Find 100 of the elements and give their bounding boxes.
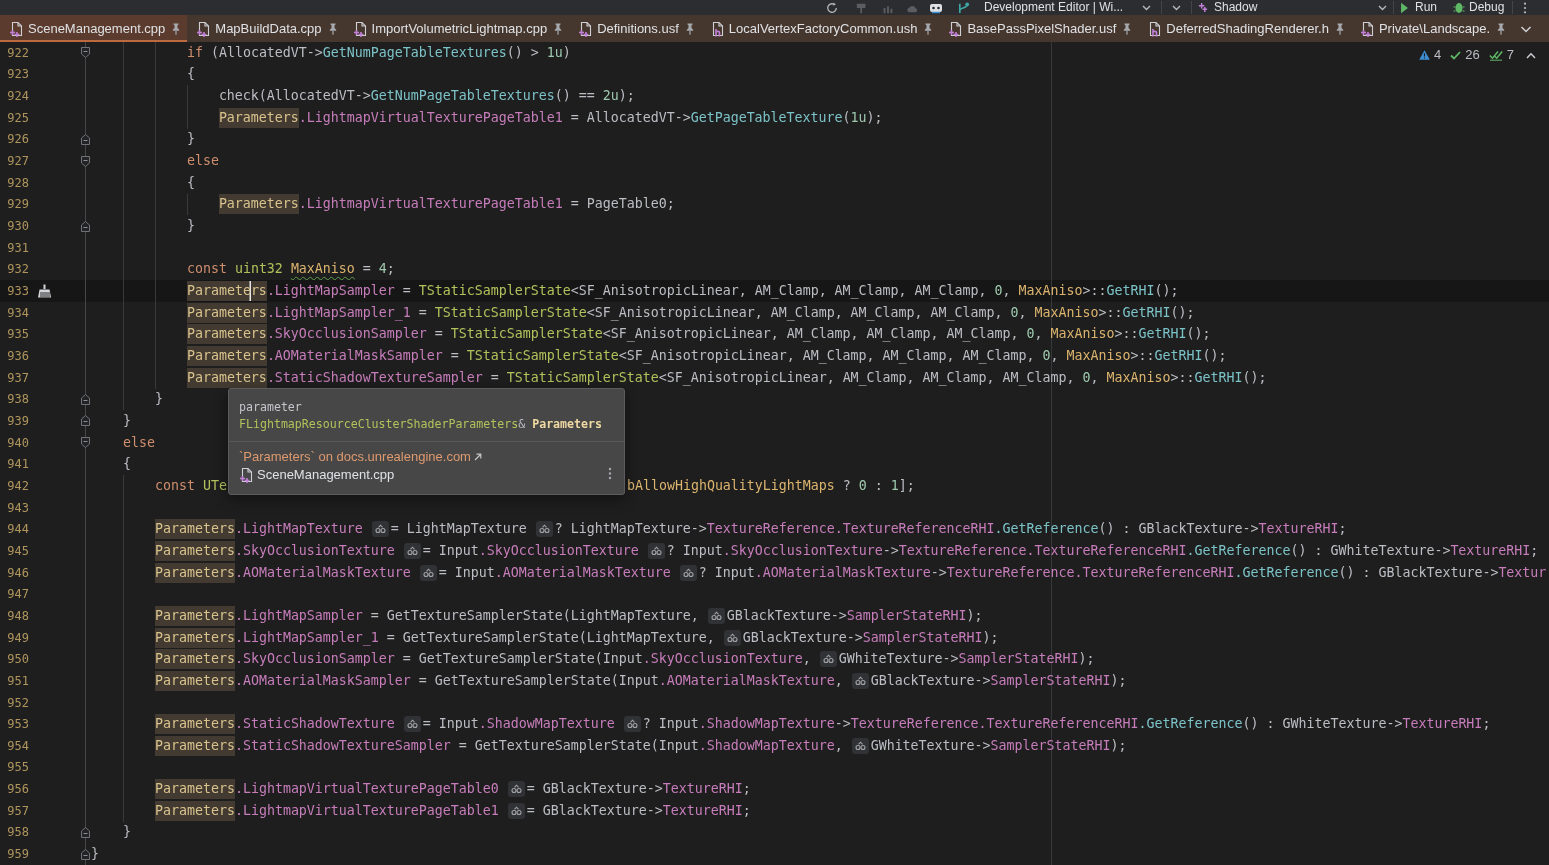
- warnings-button[interactable]: 4: [1419, 47, 1442, 63]
- source-file-icon: [239, 467, 253, 483]
- configuration-selector[interactable]: Development Editor | Wi...: [984, 0, 1151, 15]
- source-file-link[interactable]: SceneManagement.cpp: [239, 466, 395, 484]
- play-icon: [1400, 1, 1409, 14]
- editor-tab[interactable]: SceneManagement.cpp: [0, 15, 188, 42]
- code-text: = GBlackTexture->TextureRHI;: [526, 801, 751, 820]
- run-button[interactable]: Run: [1400, 0, 1437, 15]
- pin-icon[interactable]: [1335, 22, 1344, 35]
- code-text: Parameters.LightMapSampler_1 = GetTextureSamplerState(LightMapTexture,: [154, 627, 715, 648]
- editor-tab[interactable]: Private\Landscape.: [1350, 15, 1513, 42]
- code-text: const uint32 MaxAniso = 4;: [186, 260, 395, 279]
- line-number: 946: [6, 564, 29, 582]
- fold-minus-icon[interactable]: [80, 133, 90, 145]
- editor-tab[interactable]: MapBuildData.cpp: [187, 15, 344, 42]
- editor-tab[interactable]: LocalVertexFactoryCommon.ush: [700, 15, 940, 42]
- inlay-hint-icon: [535, 521, 553, 538]
- fold-minus-icon[interactable]: [80, 220, 90, 232]
- brush-icon[interactable]: [37, 284, 52, 299]
- line-number: 929: [6, 196, 29, 214]
- documentation-link[interactable]: `Parameters` on docs.unrealengine.com: [239, 448, 482, 466]
- code-text: else: [122, 433, 155, 452]
- code-text: {: [186, 65, 195, 84]
- line-number: 942: [6, 477, 29, 495]
- code-text: ? Input.SkyOcclusionTexture->TextureReference.TextureReferenceRHI.GetReference() : GWhiteTexture->TextureRHI;: [666, 541, 1539, 560]
- pin-icon[interactable]: [554, 22, 563, 35]
- pin-icon[interactable]: [1123, 22, 1132, 35]
- code-text: Parameters.StaticShadowTextureSampler = TStaticSamplerState<SF_AnisotropicLinear, AM_Clamp, AM_Clamp, AM_Clamp, 0, MaxAniso>::GetRHI();: [186, 367, 1267, 388]
- code-text: Parameters.StaticShadowTexture: [154, 714, 395, 735]
- debug-button[interactable]: Debug: [1453, 0, 1505, 15]
- code-text: Parameters.AOMaterialMaskTexture: [154, 562, 411, 583]
- code-text: GWhiteTexture->SamplerStateRHI);: [870, 736, 1127, 755]
- fold-minus-icon[interactable]: [80, 47, 90, 59]
- code-text: }: [122, 823, 131, 842]
- fold-minus-icon[interactable]: [80, 393, 90, 405]
- inlay-hint-icon: [851, 737, 869, 754]
- kebab-menu-icon[interactable]: [1523, 1, 1528, 14]
- editor-tab[interactable]: Definitions.usf: [569, 15, 701, 42]
- inlay-hint-icon: [707, 607, 725, 624]
- code-text: if (AllocatedVT->GetNumPageTableTextures() > 1u): [186, 43, 571, 62]
- branch-icon[interactable]: [956, 1, 971, 14]
- line-number: 949: [6, 629, 29, 647]
- line-number: 928: [6, 174, 29, 192]
- fold-minus-icon[interactable]: [80, 848, 90, 860]
- pin-icon[interactable]: [328, 22, 337, 35]
- inlay-hint-icon: [419, 564, 437, 581]
- pin-icon[interactable]: [685, 22, 694, 35]
- code-text: Parameters.StaticShadowTextureSampler = GetTextureSamplerState(Input.ShadowMapTexture,: [154, 735, 843, 756]
- code-text: Parameters.LightmapVirtualTexturePageTable0: [154, 779, 499, 800]
- refresh-icon[interactable]: [826, 1, 838, 14]
- inlay-hint-icon: [371, 521, 389, 538]
- fold-minus-icon[interactable]: [80, 826, 90, 838]
- pin-icon[interactable]: [172, 22, 181, 35]
- line-number: 953: [6, 716, 29, 734]
- code-text: }: [186, 217, 195, 236]
- chevron-up-icon[interactable]: [1526, 51, 1536, 59]
- code-text: }: [91, 845, 99, 864]
- typo-checks-button[interactable]: 7: [1488, 47, 1514, 63]
- line-number: 950: [6, 651, 29, 669]
- fold-minus-icon[interactable]: [80, 155, 90, 167]
- line-number: 932: [6, 261, 29, 279]
- caret-down-icon[interactable]: [1172, 4, 1181, 11]
- inlay-hint-icon: [647, 542, 665, 559]
- code-text: Parameters.LightmapVirtualTexturePageTable1 = AllocatedVT->GetPageTableTexture(1u);: [218, 107, 883, 128]
- code-text: = Input.ShadowMapTexture: [422, 715, 615, 734]
- kebab-menu-icon[interactable]: [608, 467, 612, 480]
- editor-tab[interactable]: BasePassPixelShader.usf: [939, 15, 1139, 42]
- code-text: Parameters.SkyOcclusionSampler = TStaticSamplerState<SF_AnisotropicLinear, AM_Clamp, AM_Clamp, AM_Clamp, 0, MaxAniso>::GetRHI();: [186, 324, 1211, 345]
- inlay-hint-icon: [507, 802, 525, 819]
- code-text: }: [122, 412, 131, 430]
- fold-minus-icon[interactable]: [80, 437, 90, 449]
- fold-minus-icon[interactable]: [80, 415, 90, 427]
- line-number: 956: [6, 781, 29, 799]
- line-number: 937: [6, 369, 29, 387]
- line-number: 954: [6, 737, 29, 755]
- code-text: GBlackTexture->SamplerStateRHI);: [726, 606, 983, 625]
- line-number: 947: [6, 586, 29, 604]
- line-number: 930: [6, 218, 29, 236]
- check-icon: [1450, 50, 1462, 60]
- code-text: Parameters.LightMapSampler_1 = TStaticSamplerState<SF_AnisotropicLinear, AM_Clamp, AM_Clamp, AM_Clamp, 0, MaxAniso>::GetRHI();: [186, 302, 1195, 323]
- line-number: 931: [6, 239, 29, 257]
- inlay-hint-icon: [723, 629, 741, 646]
- header-file-icon: [1147, 20, 1162, 37]
- editor-tab[interactable]: ImportVolumetricLightmap.cpp: [343, 15, 570, 42]
- passed-checks-button[interactable]: 26: [1450, 47, 1480, 63]
- code-text: check(AllocatedVT->GetNumPageTableTextures() == 2u);: [218, 87, 635, 106]
- caret-down-icon: [1378, 4, 1387, 11]
- line-number: 926: [6, 131, 29, 149]
- target-selector[interactable]: Shadow: [1198, 0, 1387, 15]
- robot-icon[interactable]: [928, 1, 944, 14]
- code-text: Parameters.AOMaterialMaskSampler = GetTextureSamplerState(Input.AOMaterialMaskTexture,: [154, 670, 843, 691]
- pin-icon[interactable]: [1497, 22, 1506, 35]
- line-number: 933: [6, 283, 29, 301]
- code-text: {: [186, 173, 195, 192]
- editor-tab[interactable]: DeferredShadingRenderer.h: [1138, 15, 1351, 42]
- line-number: 934: [6, 304, 29, 322]
- line-number: 948: [6, 607, 29, 625]
- pin-icon[interactable]: [924, 22, 933, 35]
- line-number: 955: [6, 759, 29, 777]
- line-number: 923: [6, 66, 29, 84]
